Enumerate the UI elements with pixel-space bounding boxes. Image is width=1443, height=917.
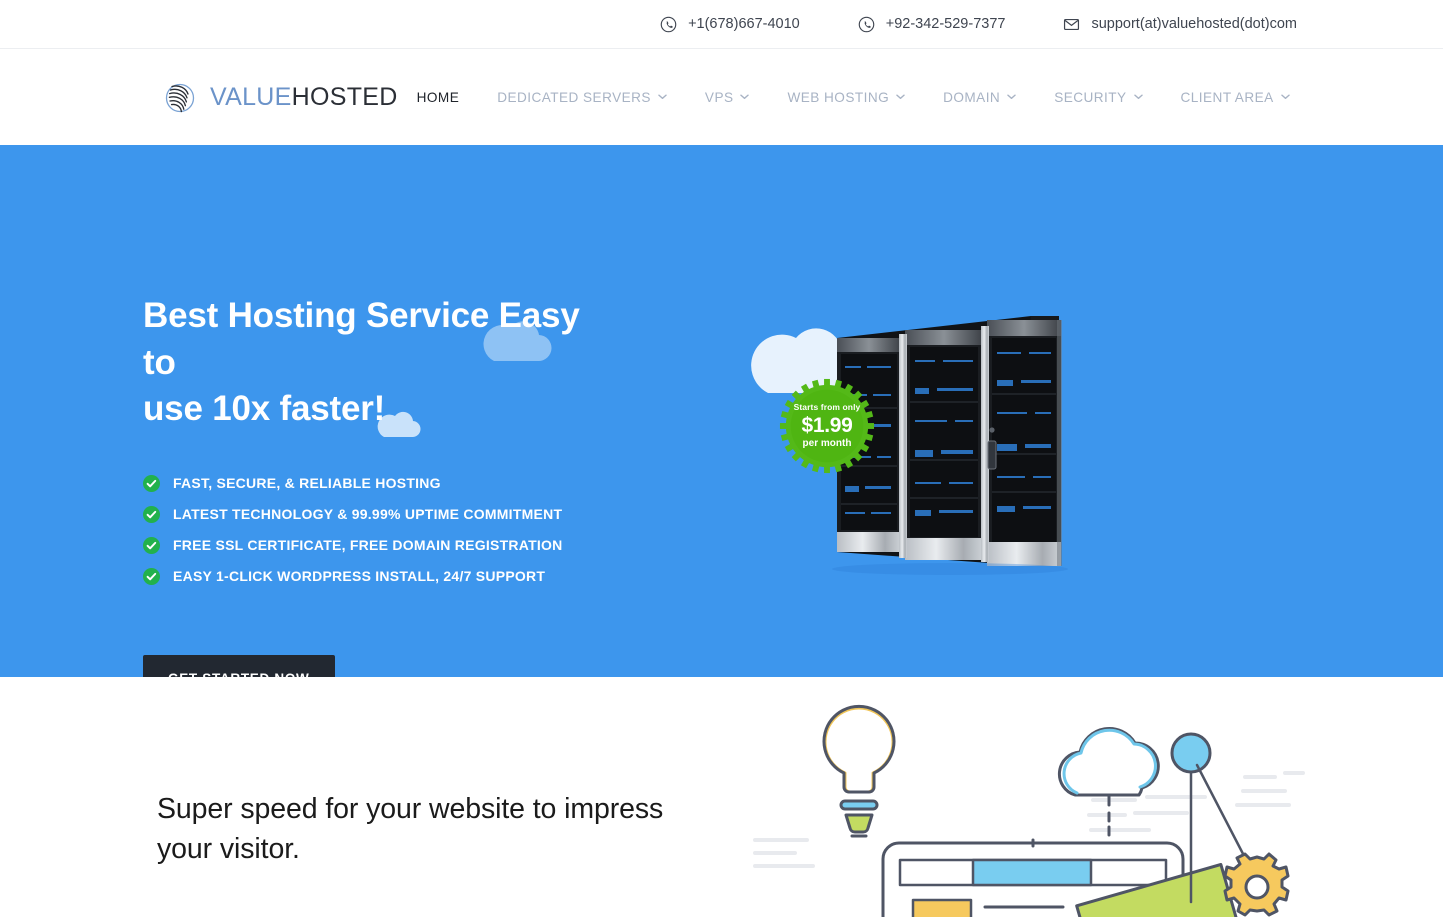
list-item: EASY 1-CLICK WORDPRESS INSTALL, 24/7 SUP… <box>143 567 703 585</box>
topbar-contact-email[interactable]: support(at)valuehosted(dot)com <box>1063 16 1297 33</box>
chevron-down-icon <box>740 94 750 100</box>
list-item: LATEST TECHNOLOGY & 99.99% UPTIME COMMIT… <box>143 505 703 523</box>
hero-title: Best Hosting Service Easy to use 10x fas… <box>143 293 613 433</box>
chevron-down-icon <box>658 94 667 100</box>
topbar-contact-phone-2[interactable]: +92-342-529-7377 <box>858 15 1006 33</box>
main-navigation: HOME DEDICATED SERVERS VPS WEB HOSTING D… <box>398 90 1309 105</box>
nav-item-label: VPS <box>704 89 734 105</box>
price-badge-text: Starts from only $1.99 per month <box>778 377 876 475</box>
topbar-contact-phone-1[interactable]: +1(678)667-4010 <box>660 16 800 33</box>
check-circle-icon <box>143 474 160 492</box>
check-circle-icon <box>143 536 160 554</box>
hero-section: Starts from only $1.99 per month Best Ho… <box>0 145 1443 677</box>
logo-text: VALUEHOSTED <box>210 83 398 112</box>
speed-title-line2: your visitor. <box>157 833 300 866</box>
top-contact-bar: +1(678)667-4010 +92-342-529-7377 support… <box>0 0 1443 49</box>
logo-text-value: VALUE <box>210 82 292 111</box>
nav-item-client-area[interactable]: CLIENT AREA <box>1162 90 1309 105</box>
globe-logo-icon <box>160 77 200 117</box>
whatsapp-icon <box>858 16 875 33</box>
speed-section: Super speed for your website to impress … <box>0 677 1443 917</box>
hero-title-line1: Best Hosting Service Easy to <box>143 296 580 382</box>
price-badge-period: per month <box>802 437 852 449</box>
chevron-down-icon <box>1280 94 1290 100</box>
chevron-down-icon <box>1133 94 1143 100</box>
site-logo[interactable]: VALUEHOSTED <box>160 77 398 117</box>
hero-feature-list: FAST, SECURE, & RELIABLE HOSTING LATEST … <box>143 474 703 585</box>
price-badge-amount: $1.99 <box>801 413 853 437</box>
check-circle-icon <box>143 567 160 585</box>
feature-label: EASY 1-CLICK WORDPRESS INSTALL, 24/7 SUP… <box>173 568 546 585</box>
nav-item-label: SECURITY <box>1054 89 1127 105</box>
price-badge-caption: Starts from only <box>793 402 861 413</box>
nav-item-label: CLIENT AREA <box>1180 89 1274 105</box>
whatsapp-icon <box>660 16 677 33</box>
nav-item-label: HOME <box>416 89 460 105</box>
feature-label: LATEST TECHNOLOGY & 99.99% UPTIME COMMIT… <box>173 506 563 523</box>
nav-item-dedicated-servers[interactable]: DEDICATED SERVERS <box>478 90 686 105</box>
check-circle-icon <box>143 505 160 523</box>
chevron-down-icon <box>1007 94 1016 100</box>
nav-item-label: DEDICATED SERVERS <box>497 89 651 105</box>
nav-item-security[interactable]: SECURITY <box>1035 90 1161 105</box>
site-header: VALUEHOSTED HOME DEDICATED SERVERS VPS W… <box>0 49 1443 145</box>
speed-title-line1: Super speed for your website to impress <box>157 793 664 825</box>
nav-item-label: WEB HOSTING <box>787 89 890 105</box>
logo-text-hosted: HOSTED <box>291 82 398 111</box>
price-badge: Starts from only $1.99 per month <box>778 377 876 475</box>
list-item: FREE SSL CERTIFICATE, FREE DOMAIN REGIST… <box>143 536 703 554</box>
nav-item-vps[interactable]: VPS <box>686 90 769 105</box>
nav-item-domain[interactable]: DOMAIN <box>924 90 1035 105</box>
get-started-button[interactable]: GET STARTED NOW <box>143 654 335 677</box>
speed-section-title: Super speed for your website to impress … <box>157 677 717 869</box>
feature-label: FREE SSL CERTIFICATE, FREE DOMAIN REGIST… <box>173 537 563 554</box>
topbar-contact-text: +92-342-529-7377 <box>885 15 1006 32</box>
chevron-down-icon <box>896 94 905 100</box>
topbar-contact-text: support(at)valuehosted(dot)com <box>1091 15 1297 32</box>
speed-illustration <box>745 695 1305 917</box>
list-item: FAST, SECURE, & RELIABLE HOSTING <box>143 474 703 492</box>
nav-item-label: DOMAIN <box>943 89 1001 105</box>
hero-server-illustration: Starts from only $1.99 per month <box>770 145 1190 677</box>
topbar-contact-text: +1(678)667-4010 <box>688 15 800 32</box>
feature-label: FAST, SECURE, & RELIABLE HOSTING <box>173 475 441 492</box>
envelope-icon <box>1063 16 1080 33</box>
hero-title-line2: use 10x faster! <box>143 389 386 429</box>
nav-item-home[interactable]: HOME <box>398 90 479 105</box>
nav-item-web-hosting[interactable]: WEB HOSTING <box>768 90 924 105</box>
